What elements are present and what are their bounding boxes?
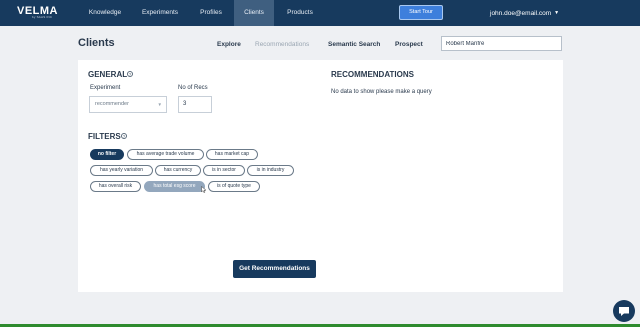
general-section-title: GENERAL [88, 70, 128, 79]
top-navbar: VELMA by SAAS INC Knowledge Experiments … [0, 0, 640, 26]
get-recommendations-button[interactable]: Get Recommendations [233, 260, 316, 278]
no-of-recs-input[interactable]: 3 [178, 96, 212, 113]
app-logo-subtitle: by SAAS INC [32, 15, 53, 19]
filter-chip-total-esg-score[interactable]: has total esg score [144, 181, 205, 192]
nav-item-profiles[interactable]: Profiles [193, 0, 229, 26]
filter-chip-quote-type[interactable]: is of quote type [208, 181, 260, 192]
mouse-cursor-icon [201, 186, 207, 193]
filter-chip-overall-risk[interactable]: has overall risk [90, 181, 141, 192]
experiment-label: Experiment [90, 85, 121, 91]
empty-state-message: No data to show please make a query [331, 89, 432, 95]
nav-item-products[interactable]: Products [280, 0, 320, 26]
filter-chip-market-cap[interactable]: has market cap [206, 149, 258, 160]
start-tour-button[interactable]: Start Tour [399, 5, 443, 20]
user-email: john.doe@email.com [490, 10, 552, 17]
help-icon[interactable]: ? [127, 71, 133, 77]
tab-semantic-search[interactable]: Semantic Search [328, 41, 380, 48]
chevron-down-icon: ▼ [554, 10, 560, 16]
chat-widget-button[interactable] [613, 300, 635, 322]
nav-item-clients[interactable]: Clients [234, 0, 274, 26]
client-search-input[interactable] [441, 36, 562, 51]
nav-item-experiments[interactable]: Experiments [135, 0, 185, 26]
filters-section-title: FILTERS [88, 132, 121, 141]
main-panel [78, 60, 563, 292]
chat-icon [619, 307, 629, 316]
tab-explore[interactable]: Explore [217, 41, 241, 48]
filter-chip-currency[interactable]: has currency [155, 165, 201, 176]
tab-prospect[interactable]: Prospect [395, 41, 423, 48]
filter-chip-average-trade-volume[interactable]: has average trade volume [127, 149, 204, 160]
no-of-recs-label: No of Recs [178, 85, 208, 91]
user-menu[interactable]: john.doe@email.com ▼ [490, 0, 559, 26]
experiment-value: recommender [95, 101, 129, 107]
experiment-select[interactable]: recommender ▼ [89, 96, 167, 113]
tab-recommendations[interactable]: Recommendations [255, 41, 309, 48]
filter-chip-no-filter[interactable]: no filter [90, 149, 124, 160]
filter-chip-sector[interactable]: is in sector [203, 165, 245, 176]
filter-chip-industry[interactable]: is in industry [247, 165, 294, 176]
help-icon[interactable]: ? [121, 133, 127, 139]
filter-chip-yearly-variation[interactable]: has yearly variation [90, 165, 153, 176]
nav-item-knowledge[interactable]: Knowledge [80, 0, 130, 26]
recommendations-section-title: RECOMMENDATIONS [331, 70, 414, 79]
chevron-down-icon: ▼ [157, 102, 162, 107]
page-title: Clients [78, 37, 115, 49]
